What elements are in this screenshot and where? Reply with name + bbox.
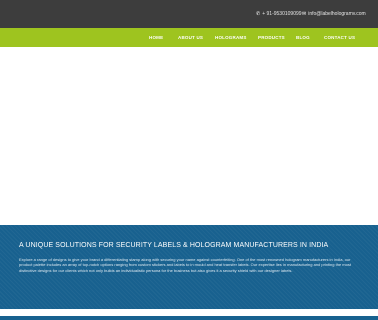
main-navigation: HOME ABOUT US HOLOGRAMS PRODUCTS BLOG CO… [0,28,378,47]
nav-holograms[interactable]: HOLOGRAMS [215,35,247,40]
nav-about-us[interactable]: ABOUT US [178,35,203,40]
section-divider [0,309,378,316]
nav-blog[interactable]: BLOG [296,35,310,40]
phone-contact[interactable]: ✆ + 91-9530109099 [256,11,302,17]
nav-products[interactable]: PRODUCTS [258,35,285,40]
envelope-icon: ✉ [302,11,307,17]
top-contact-bar: ✆ + 91-9530109099 ✉ info@labelhologramv.co… [0,0,378,28]
nav-home[interactable]: HOME [149,35,163,40]
phone-icon: ✆ [256,11,261,17]
phone-number: + 91-9530109099 [262,11,302,17]
hero-banner [0,47,378,225]
nav-contact-us[interactable]: CONTACT US [324,35,355,40]
intro-heading: A UNIQUE SOLUTIONS FOR SECURITY LABELS &… [19,242,329,249]
next-section-strip [0,316,378,320]
email-address: info@labelhologramv.com [308,11,366,17]
email-contact[interactable]: ✉ info@labelhologramv.com [302,11,366,17]
intro-paragraph: Explore a range of designs to give your … [19,257,351,273]
